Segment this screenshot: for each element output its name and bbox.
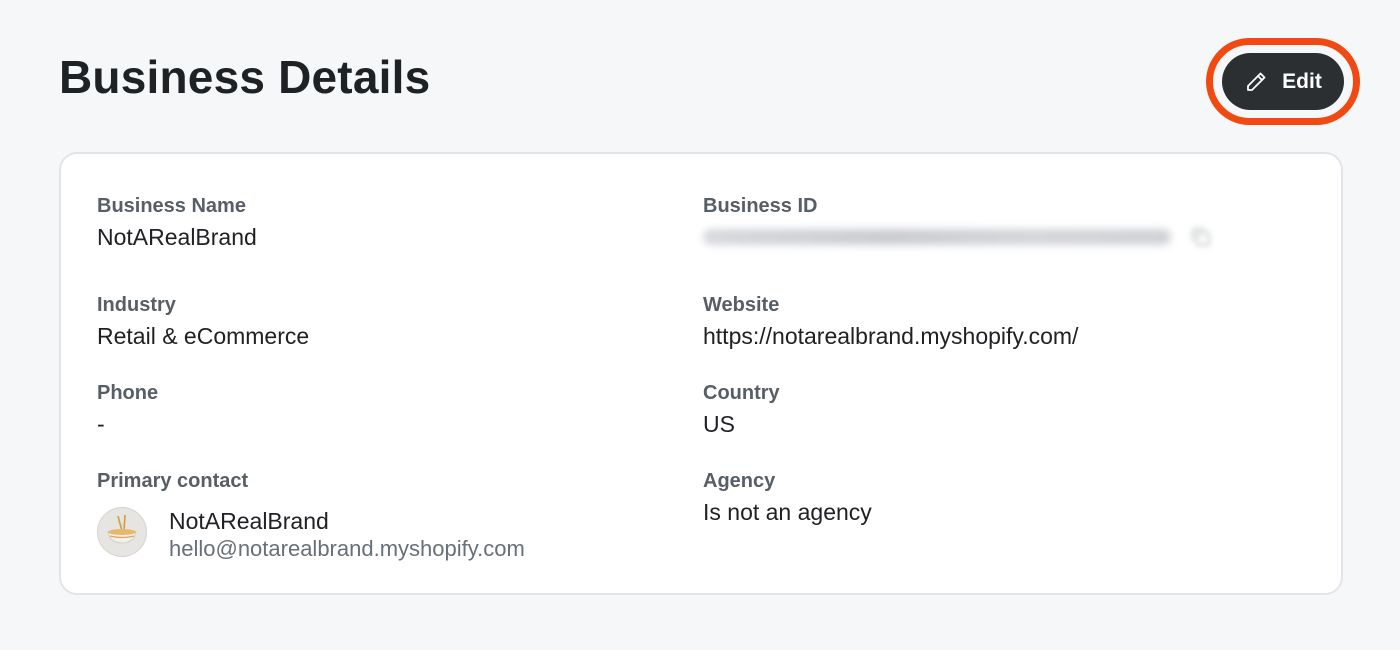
noodle-bowl-icon	[102, 510, 142, 555]
field-agency: Agency Is not an agency	[703, 469, 872, 527]
field-label: Agency	[703, 470, 776, 492]
field-primary-contact: Primary contact NotARealBrand hello@nota…	[97, 469, 525, 563]
field-label: Business ID	[703, 195, 818, 217]
contact-details: NotARealBrand hello@notarealbrand.myshop…	[169, 507, 525, 563]
avatar	[97, 507, 147, 557]
field-value: NotARealBrand	[97, 224, 257, 250]
pencil-icon	[1244, 70, 1268, 94]
field-label: Phone	[97, 382, 159, 404]
field-industry: Industry Retail & eCommerce	[97, 293, 309, 351]
field-label: Industry	[97, 294, 176, 316]
field-value: -	[97, 411, 105, 437]
field-label: Website	[703, 294, 780, 316]
page-title: Business Details	[59, 51, 431, 103]
edit-button[interactable]: Edit	[1222, 53, 1344, 110]
field-country: Country US	[703, 381, 780, 439]
field-value: Is not an agency	[703, 499, 872, 525]
primary-contact: NotARealBrand hello@notarealbrand.myshop…	[97, 507, 525, 563]
business-details-page: Business Details Edit Business Name NotA…	[0, 0, 1400, 650]
edit-button-label: Edit	[1282, 69, 1322, 93]
business-id-value-redacted	[703, 226, 1213, 248]
field-label: Business Name	[97, 195, 246, 217]
field-website: Website https://notarealbrand.myshopify.…	[703, 293, 1078, 351]
business-details-card: Business Name NotARealBrand Business ID …	[59, 152, 1343, 595]
field-label: Country	[703, 382, 780, 404]
field-label: Primary contact	[97, 470, 249, 492]
field-value: Retail & eCommerce	[97, 323, 310, 349]
contact-email: hello@notarealbrand.myshopify.com	[169, 536, 525, 561]
contact-name: NotARealBrand	[169, 508, 329, 534]
redacted-text	[703, 229, 1171, 245]
field-business-id: Business ID	[703, 194, 1213, 248]
field-business-name: Business Name NotARealBrand	[97, 194, 257, 252]
website-link[interactable]: https://notarealbrand.myshopify.com/	[703, 321, 1078, 351]
copy-icon[interactable]	[1189, 225, 1213, 249]
field-phone: Phone -	[97, 381, 158, 439]
field-value: US	[703, 411, 735, 437]
